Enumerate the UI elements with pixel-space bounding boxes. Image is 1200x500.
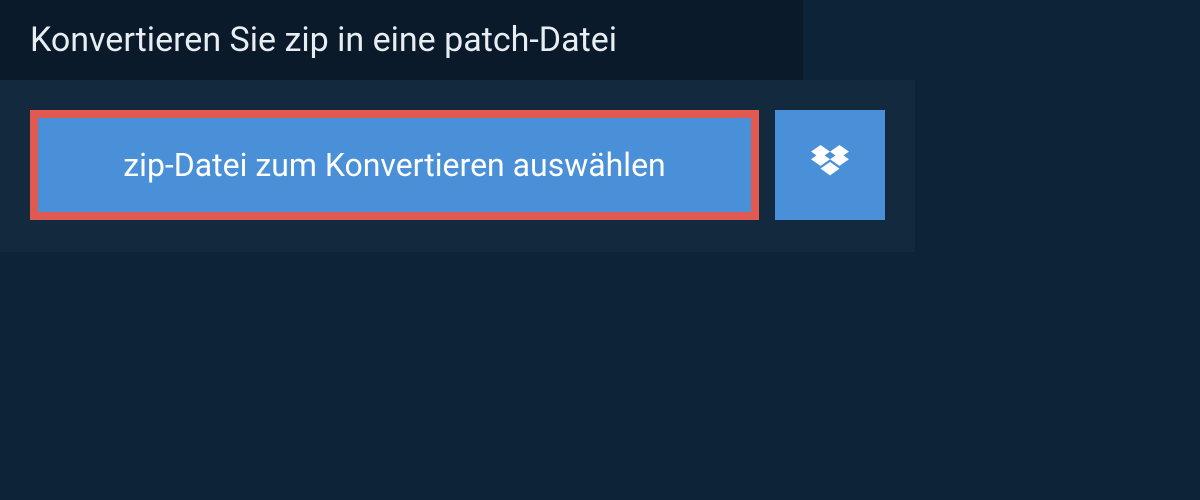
dropbox-button[interactable]: [775, 110, 885, 220]
upload-panel: zip-Datei zum Konvertieren auswählen: [0, 80, 915, 252]
page-title: Konvertieren Sie zip in eine patch-Datei: [30, 20, 773, 60]
select-file-button[interactable]: zip-Datei zum Konvertieren auswählen: [30, 110, 759, 220]
dropbox-icon: [811, 145, 849, 185]
select-file-label: zip-Datei zum Konvertieren auswählen: [123, 146, 665, 184]
header-bar: Konvertieren Sie zip in eine patch-Datei: [0, 0, 803, 80]
